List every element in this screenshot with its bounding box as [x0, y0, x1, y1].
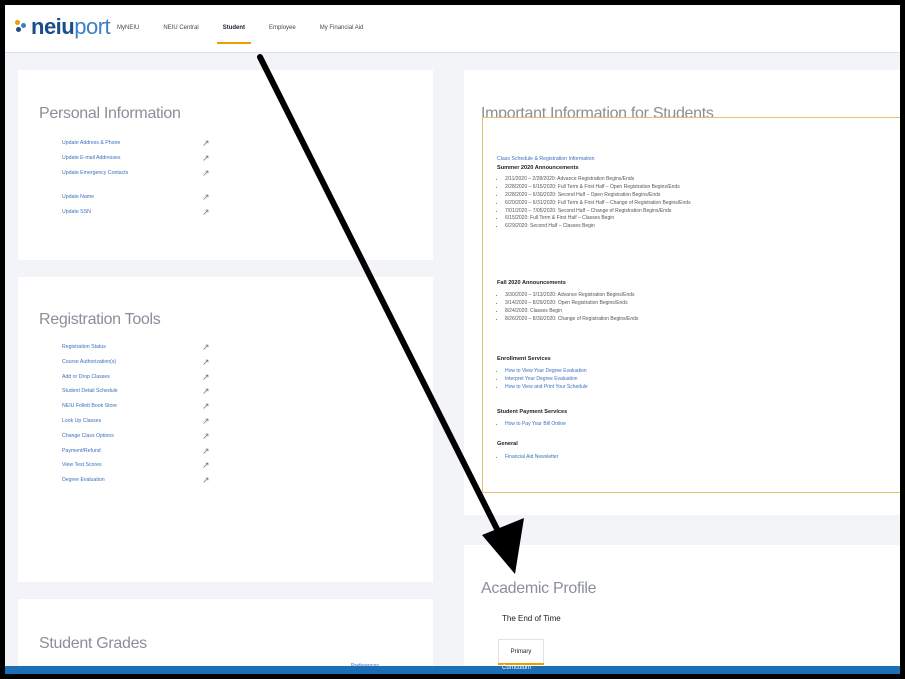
- annotation-arrow-icon: [257, 54, 524, 574]
- app-frame: neiuport MyNEIU NEIU Central Student Emp…: [5, 5, 900, 674]
